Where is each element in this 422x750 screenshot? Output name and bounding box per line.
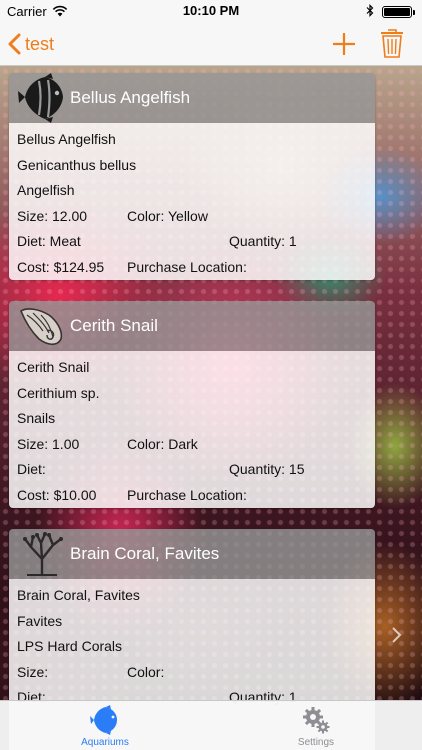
common-name: Cerith Snail	[17, 359, 90, 375]
status-bar: Carrier 10:10 PM	[0, 0, 422, 22]
purchase-location-label: Purchase Location:	[127, 486, 247, 503]
plus-icon[interactable]	[330, 30, 358, 58]
bluetooth-icon	[366, 4, 374, 17]
size-label: Size:	[17, 663, 49, 680]
cost-label: Cost: $124.95	[17, 258, 105, 275]
cost-label: Cost: $10.00	[17, 486, 97, 503]
diet-label: Diet: Meat	[17, 233, 81, 249]
size-label: Size: 12.00	[17, 207, 88, 224]
card-header: Cerith Snail	[9, 301, 375, 351]
aquarium-item-card[interactable]: Bellus Angelfish Bellus Angelfish Genica…	[9, 73, 375, 280]
common-name: Brain Coral, Favites	[17, 587, 140, 603]
tab-bar: Aquariums Settings	[0, 700, 422, 750]
quantity-label: Quantity: 1	[229, 233, 297, 249]
size-label: Size: 1.00	[17, 435, 80, 452]
tab-settings[interactable]: Settings	[256, 701, 376, 750]
quantity-label: Quantity: 15	[229, 461, 305, 477]
category: LPS Hard Corals	[17, 638, 123, 654]
tab-settings-label: Settings	[297, 737, 335, 748]
color-label: Color: Dark	[127, 435, 198, 452]
common-name: Bellus Angelfish	[17, 131, 116, 147]
fish-icon	[90, 705, 117, 735]
navigation-bar: test	[0, 22, 422, 66]
gears-icon	[303, 707, 330, 734]
clock-time: 10:10 PM	[182, 3, 240, 18]
card-header: Brain Coral, Favites	[9, 529, 375, 579]
color-label: Color:	[127, 663, 165, 680]
card-title: Bellus Angelfish	[70, 88, 191, 107]
card-details: Cerith Snail Cerithium sp. Snails Size: …	[9, 351, 375, 508]
card-details: Bellus Angelfish Genicanthus bellus Ange…	[9, 123, 375, 280]
card-title: Brain Coral, Favites	[70, 544, 220, 563]
snail-shell-icon	[20, 308, 63, 346]
back-button-label: test	[25, 33, 55, 54]
diet-label: Diet:	[17, 461, 46, 477]
scientific-name: Cerithium sp.	[17, 384, 100, 401]
card-header: Bellus Angelfish	[9, 73, 375, 123]
battery-icon	[382, 6, 415, 18]
back-button[interactable]: test	[8, 28, 54, 60]
trash-icon[interactable]	[380, 27, 404, 59]
angelfish-icon	[18, 73, 63, 123]
color-label: Color: Yellow	[127, 207, 208, 224]
scientific-name: Genicanthus bellus	[17, 156, 137, 173]
aquarium-item-card[interactable]: Cerith Snail Cerith Snail Cerithium sp. …	[9, 301, 375, 508]
category: Snails	[17, 410, 56, 426]
coral-icon	[23, 532, 63, 577]
purchase-location-label: Purchase Location:	[127, 258, 247, 275]
card-title: Cerith Snail	[70, 316, 158, 335]
category: Angelfish	[17, 182, 75, 198]
tab-aquariums[interactable]: Aquariums	[45, 701, 165, 750]
chevron-left-icon	[8, 33, 21, 55]
scientific-name: Favites	[17, 612, 63, 629]
chevron-right-icon[interactable]	[390, 626, 402, 644]
tab-aquariums-label: Aquariums	[81, 737, 129, 748]
